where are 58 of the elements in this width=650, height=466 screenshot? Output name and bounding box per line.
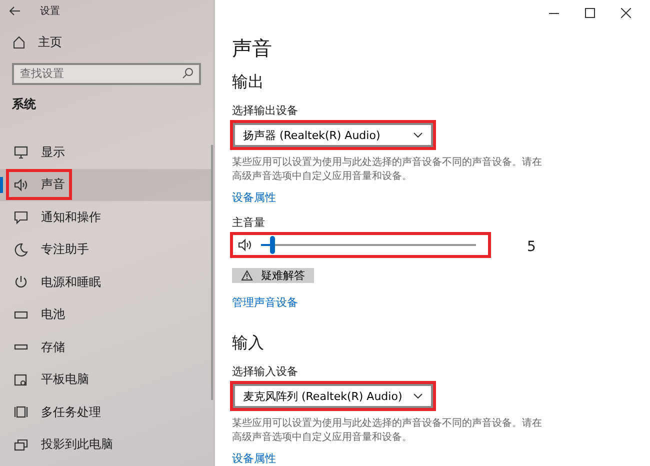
section-heading: 输出 (232, 72, 265, 93)
speaker-icon (13, 176, 29, 193)
speaker-icon (237, 237, 253, 253)
multitask-icon (13, 404, 29, 420)
description-text: 某些应用可以设置为使用与此处选择的声音设备不同的声音设备。请在高级声音选项中自定义应用音量和设备。 (232, 156, 542, 184)
description-text: 某些应用可以设置为使用与此处选择的声音设备不同的声音设备。请在高级声音选项中自定义应用音量和设备。 (232, 417, 542, 445)
maximize-icon (585, 8, 595, 18)
chevron-icon (413, 132, 423, 138)
page-title: 声音 (232, 35, 273, 62)
warning-icon (241, 270, 253, 282)
item-label: 存储 (41, 338, 65, 356)
item-label: 多任务处理 (41, 404, 101, 421)
item-label: 投影到此电脑 (41, 436, 113, 454)
sidebar-item[interactable]: 声音 (0, 168, 213, 201)
sidebar-item[interactable]: 存储 (0, 331, 213, 364)
tablet-icon (13, 372, 29, 388)
power-icon (13, 274, 29, 290)
volume-reading: 5 (527, 239, 536, 255)
sidebar-item[interactable]: 平板电脑 (0, 364, 213, 396)
item-label: 电池 (41, 306, 65, 324)
sidebar-item[interactable]: 显示 (0, 136, 213, 168)
device-dropdown[interactable]: 麦克风阵列 (Realtek(R) Audio) (233, 384, 433, 408)
field-label: 选择输入设备 (232, 364, 299, 379)
sidebar-item[interactable]: 电源和睡眠 (0, 266, 213, 298)
monitor-icon (13, 144, 29, 160)
item-label: 声音 (41, 176, 65, 194)
field-label: 主音量 (232, 215, 266, 230)
minimize-icon (549, 12, 559, 14)
search-field[interactable]: 查找设置 (12, 62, 201, 84)
item-label: 显示 (41, 144, 65, 161)
sidebar-item[interactable]: 通知和操作 (0, 201, 213, 234)
back-arrow-icon[interactable] (8, 4, 22, 18)
item-label: 平板电脑 (41, 371, 89, 388)
item-label: 专注助手 (41, 241, 89, 258)
home-icon (12, 35, 26, 49)
field-label: 选择输出设备 (232, 103, 299, 118)
window-title: 设置 (40, 4, 60, 18)
item-label: 电源和睡眠 (41, 274, 101, 291)
home-link[interactable]: 主页 (38, 34, 62, 50)
speech-bubble-icon (13, 209, 29, 226)
search-icon (182, 67, 194, 79)
device-properties-link[interactable]: 设备属性 (232, 451, 276, 466)
section-heading: 输入 (232, 333, 265, 354)
device-properties-link[interactable]: 设备属性 (232, 190, 276, 205)
sidebar-item[interactable]: 专注助手 (0, 234, 213, 266)
troubleshoot-button[interactable]: 疑难解答 (232, 268, 314, 284)
projector-icon (13, 436, 29, 453)
item-label: 通知和操作 (41, 208, 101, 226)
manage-devices-link[interactable]: 管理声音设备 (232, 295, 298, 310)
close-icon (621, 8, 631, 18)
slider-thumb[interactable] (270, 236, 275, 254)
sidebar-item[interactable]: 电池 (0, 298, 213, 331)
chevron-icon (413, 393, 423, 399)
device-dropdown[interactable]: 扬声器 (Realtek(R) Audio) (233, 123, 433, 147)
sidebar-item[interactable]: 多任务处理 (0, 396, 213, 428)
sidebar-item[interactable]: 投影到此电脑 (0, 428, 213, 461)
crescent-moon-icon (13, 242, 29, 258)
section-heading: 系统 (11, 96, 37, 113)
